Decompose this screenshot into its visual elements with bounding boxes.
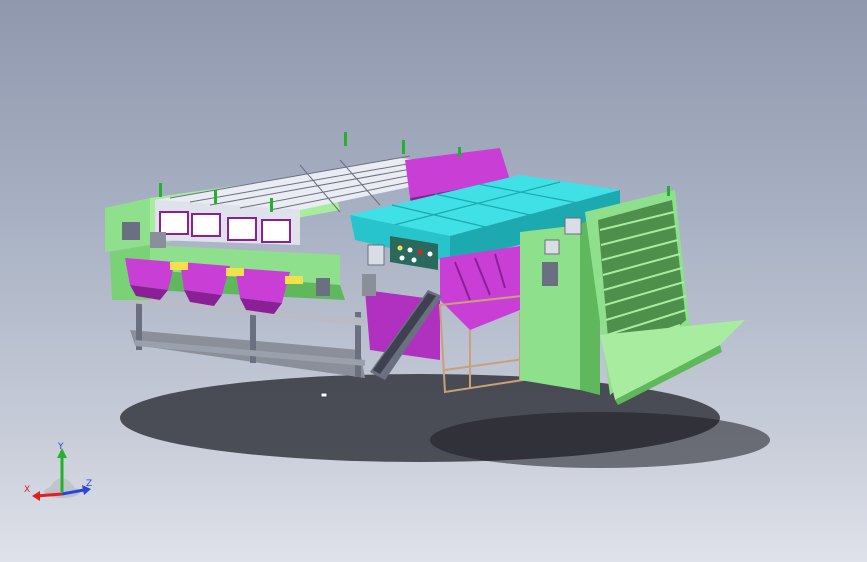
model-shadow-right [430,412,770,468]
y-axis-label: Y [57,442,64,452]
x-axis-arrow [32,491,40,501]
3d-viewport[interactable]: Y X Z [0,0,867,562]
z-axis-label: Z [86,479,92,489]
x-axis-label: X [24,485,30,495]
axis-triad: Y X Z [24,442,92,501]
cad-model-render[interactable] [0,0,867,562]
loose-part [320,392,328,398]
